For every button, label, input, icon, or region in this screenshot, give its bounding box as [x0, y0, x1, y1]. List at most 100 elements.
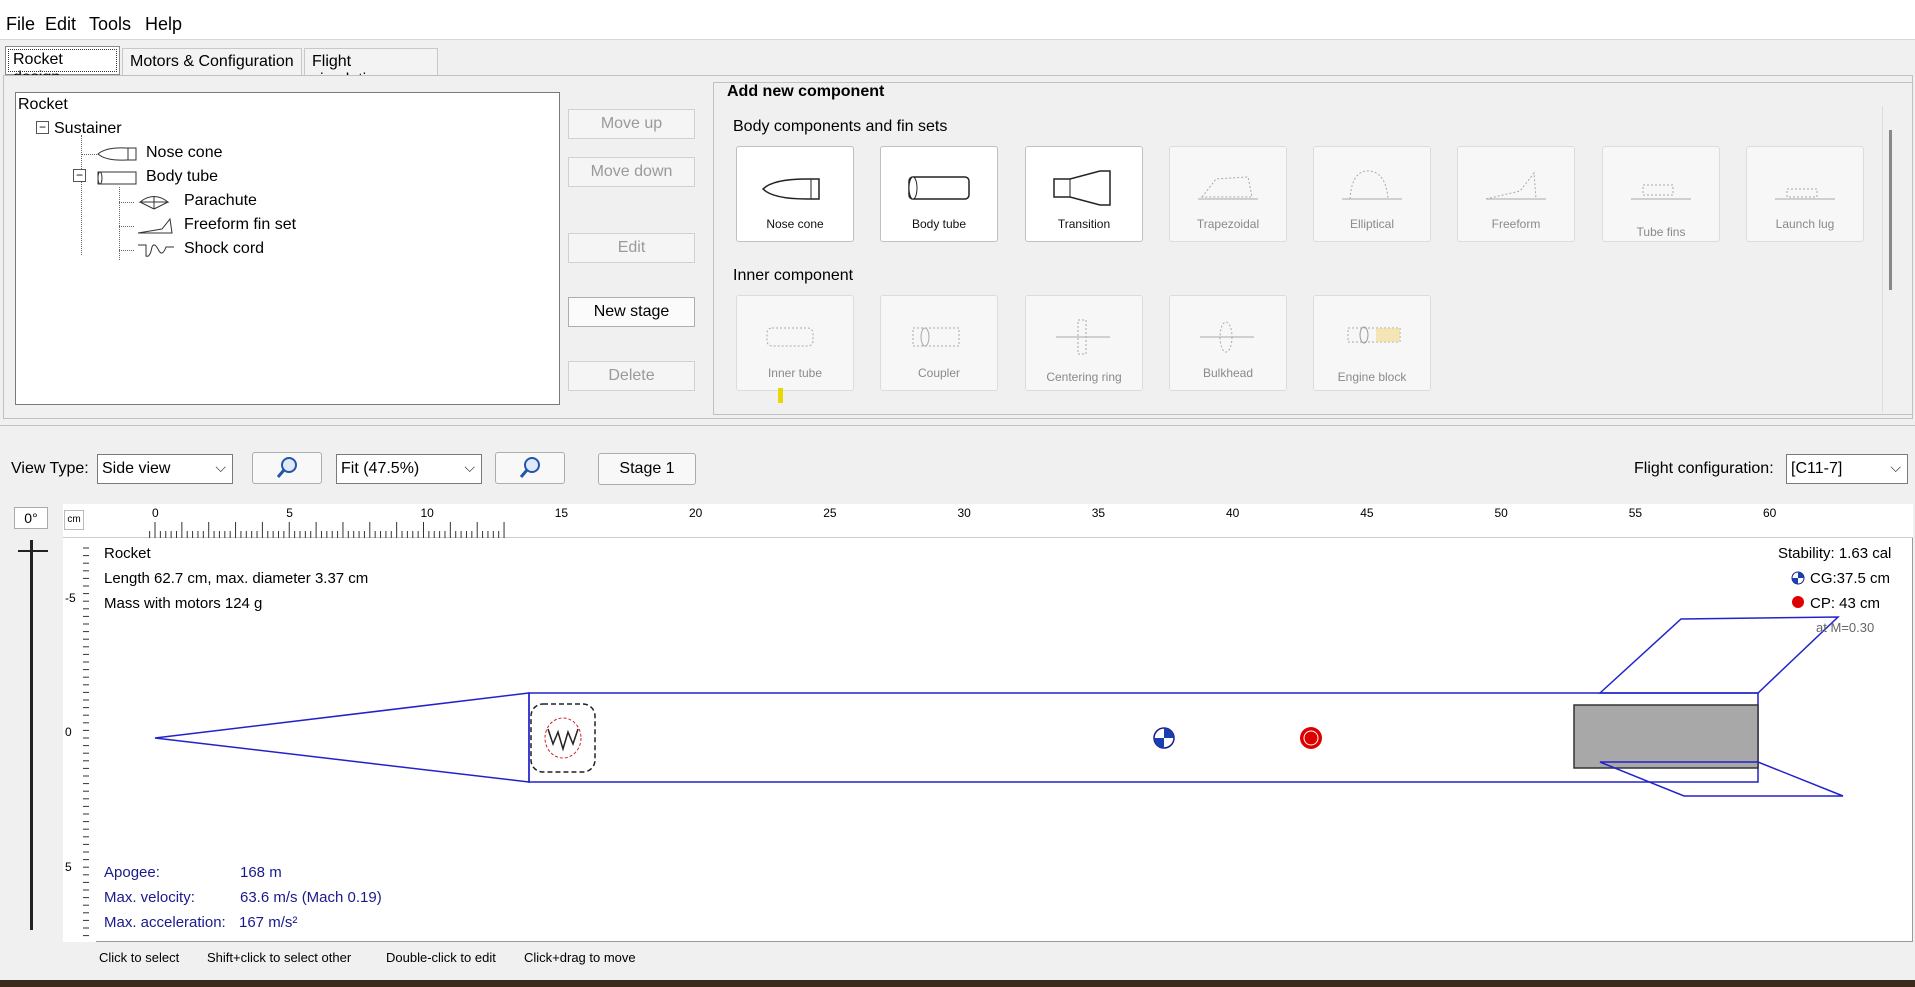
- new-stage-button[interactable]: New stage: [568, 297, 695, 327]
- zoom-out-icon: [519, 457, 540, 478]
- menu-bar: File Edit Tools Help: [0, 4, 1915, 40]
- nose-cone-button[interactable]: Nose cone: [736, 146, 854, 242]
- chevron-down-icon: ⌵: [464, 459, 475, 475]
- chevron-down-icon: ⌵: [215, 459, 226, 475]
- tree-item-shock-cord[interactable]: Shock cord: [184, 240, 264, 258]
- zoom-out-button[interactable]: [495, 452, 565, 484]
- inner-tube-button[interactable]: Inner tube: [736, 295, 854, 391]
- cg-marker-icon: [1153, 727, 1175, 749]
- body-tube-icon: [908, 176, 970, 200]
- h-tick-label: 40: [1226, 506, 1240, 520]
- status-hint-move: Click+drag to move: [524, 950, 636, 965]
- tube-fins-button[interactable]: Tube fins: [1602, 146, 1720, 242]
- marker-indicator: [778, 388, 783, 403]
- coupler-label: Coupler: [917, 366, 961, 380]
- menu-edit[interactable]: Edit: [45, 14, 76, 35]
- apogee-label: Apogee:: [104, 864, 160, 881]
- launch-lug-icon: [1775, 188, 1835, 200]
- view-type-select[interactable]: Side view ⌵: [97, 454, 233, 484]
- stability-value: Stability: 1.63 cal: [1778, 545, 1892, 562]
- engine-block-icon: [1347, 326, 1401, 344]
- menu-help[interactable]: Help: [145, 14, 182, 35]
- delete-button[interactable]: Delete: [568, 361, 695, 391]
- body-tube-label: Body tube: [911, 217, 967, 231]
- max-velocity-value: 63.6 m/s (Mach 0.19): [240, 889, 382, 906]
- nose-cone-icon: [761, 178, 820, 200]
- rotation-angle: 0°: [14, 507, 48, 529]
- bulkhead-button[interactable]: Bulkhead: [1169, 295, 1287, 391]
- rotation-slider[interactable]: [30, 540, 33, 930]
- tab-rocket-design[interactable]: Rocket design: [5, 46, 120, 86]
- v-tick-label: 5: [65, 860, 72, 874]
- fin-upper-outline[interactable]: [1598, 616, 1840, 694]
- tree-item-nose-cone[interactable]: Nose cone: [146, 144, 223, 162]
- rocket-mass: Mass with motors 124 g: [104, 595, 263, 612]
- collapse-icon[interactable]: −: [73, 169, 86, 182]
- edit-button[interactable]: Edit: [568, 233, 695, 263]
- max-acceleration-value: 167 m/s²: [239, 914, 298, 931]
- max-acceleration-label: Max. acceleration:: [104, 914, 226, 931]
- chevron-down-icon: ⌵: [1890, 459, 1901, 475]
- tree-item-freeform-fin-set[interactable]: Freeform fin set: [184, 216, 296, 234]
- tab-motors-configuration[interactable]: Motors & Configuration: [122, 48, 302, 75]
- zoom-select[interactable]: Fit (47.5%) ⌵: [336, 454, 482, 484]
- status-hint-edit: Double-click to edit: [386, 950, 496, 965]
- v-tick-label: 0: [65, 725, 72, 739]
- rotation-slider-thumb[interactable]: [18, 550, 48, 552]
- trapezoidal-label: Trapezoidal: [1196, 217, 1260, 231]
- stage-1-button[interactable]: Stage 1: [598, 453, 696, 485]
- trapezoidal-fin-button[interactable]: Trapezoidal: [1169, 146, 1287, 242]
- body-components-heading: Body components and fin sets: [733, 118, 948, 135]
- tab-flight-simulations[interactable]: Flight simulations: [304, 48, 438, 88]
- body-tube-button[interactable]: Body tube: [880, 146, 998, 242]
- h-tick-label: 15: [554, 506, 569, 520]
- tree-item-sustainer[interactable]: Sustainer: [54, 120, 122, 138]
- tube-fins-icon: [1631, 184, 1691, 200]
- freeform-fin-icon: [1485, 171, 1546, 200]
- elliptical-label: Elliptical: [1349, 217, 1394, 231]
- engine-block-button[interactable]: Engine block: [1313, 295, 1431, 391]
- nose-cone-label: Nose cone: [766, 217, 824, 231]
- h-tick-label: 0: [152, 506, 159, 520]
- scrollbar-thumb[interactable]: [1889, 130, 1892, 290]
- tree-item-rocket[interactable]: Rocket: [18, 96, 68, 114]
- mach-value: at M=0.30: [1816, 620, 1875, 635]
- nose-cone-outline[interactable]: [154, 692, 530, 783]
- menu-tools[interactable]: Tools: [89, 14, 131, 35]
- parachute-icon: [544, 717, 582, 759]
- move-down-button[interactable]: Move down: [568, 157, 695, 187]
- flight-configuration-select[interactable]: [C11-7] ⌵: [1786, 454, 1908, 484]
- transition-icon: [1053, 170, 1111, 206]
- launch-lug-button[interactable]: Launch lug: [1746, 146, 1864, 242]
- coupler-button[interactable]: Coupler: [880, 295, 998, 391]
- centering-ring-label: Centering ring: [1046, 370, 1122, 384]
- h-tick-label: 45: [1360, 506, 1374, 520]
- view-type-value: Side view: [102, 460, 171, 477]
- move-up-button[interactable]: Move up: [568, 109, 695, 139]
- h-tick-label: 20: [689, 506, 703, 520]
- elliptical-fin-button[interactable]: Elliptical: [1313, 146, 1431, 242]
- centering-ring-button[interactable]: Centering ring: [1025, 295, 1143, 391]
- h-tick-label: 10: [420, 506, 434, 520]
- transition-button[interactable]: Transition: [1025, 146, 1143, 242]
- h-tick-label: 60: [1763, 506, 1777, 520]
- zoom-value: Fit (47.5%): [341, 460, 420, 477]
- h-tick-label: 5: [286, 506, 293, 520]
- parachute-shape[interactable]: [530, 703, 596, 773]
- cg-value: CG:37.5 cm: [1810, 570, 1891, 587]
- component-tree[interactable]: Rocket − Sustainer Nose cone − Body tube…: [15, 92, 560, 405]
- flight-configuration-label: Flight configuration:: [1634, 460, 1774, 477]
- menu-file[interactable]: File: [6, 14, 35, 35]
- zoom-in-button[interactable]: [252, 452, 322, 484]
- tree-item-body-tube[interactable]: Body tube: [146, 168, 218, 186]
- tree-item-parachute[interactable]: Parachute: [184, 192, 257, 210]
- bulkhead-label: Bulkhead: [1202, 366, 1254, 380]
- collapse-icon[interactable]: −: [36, 121, 49, 134]
- motor-shape[interactable]: [1573, 704, 1759, 769]
- nose-cone-icon: [97, 147, 137, 161]
- view-type-label: View Type:: [11, 460, 89, 477]
- status-hint-select-other: Shift+click to select other: [207, 950, 352, 965]
- v-tick-label: -5: [65, 591, 76, 605]
- freeform-fin-button[interactable]: Freeform: [1457, 146, 1575, 242]
- trapezoidal-fin-icon: [1198, 176, 1258, 200]
